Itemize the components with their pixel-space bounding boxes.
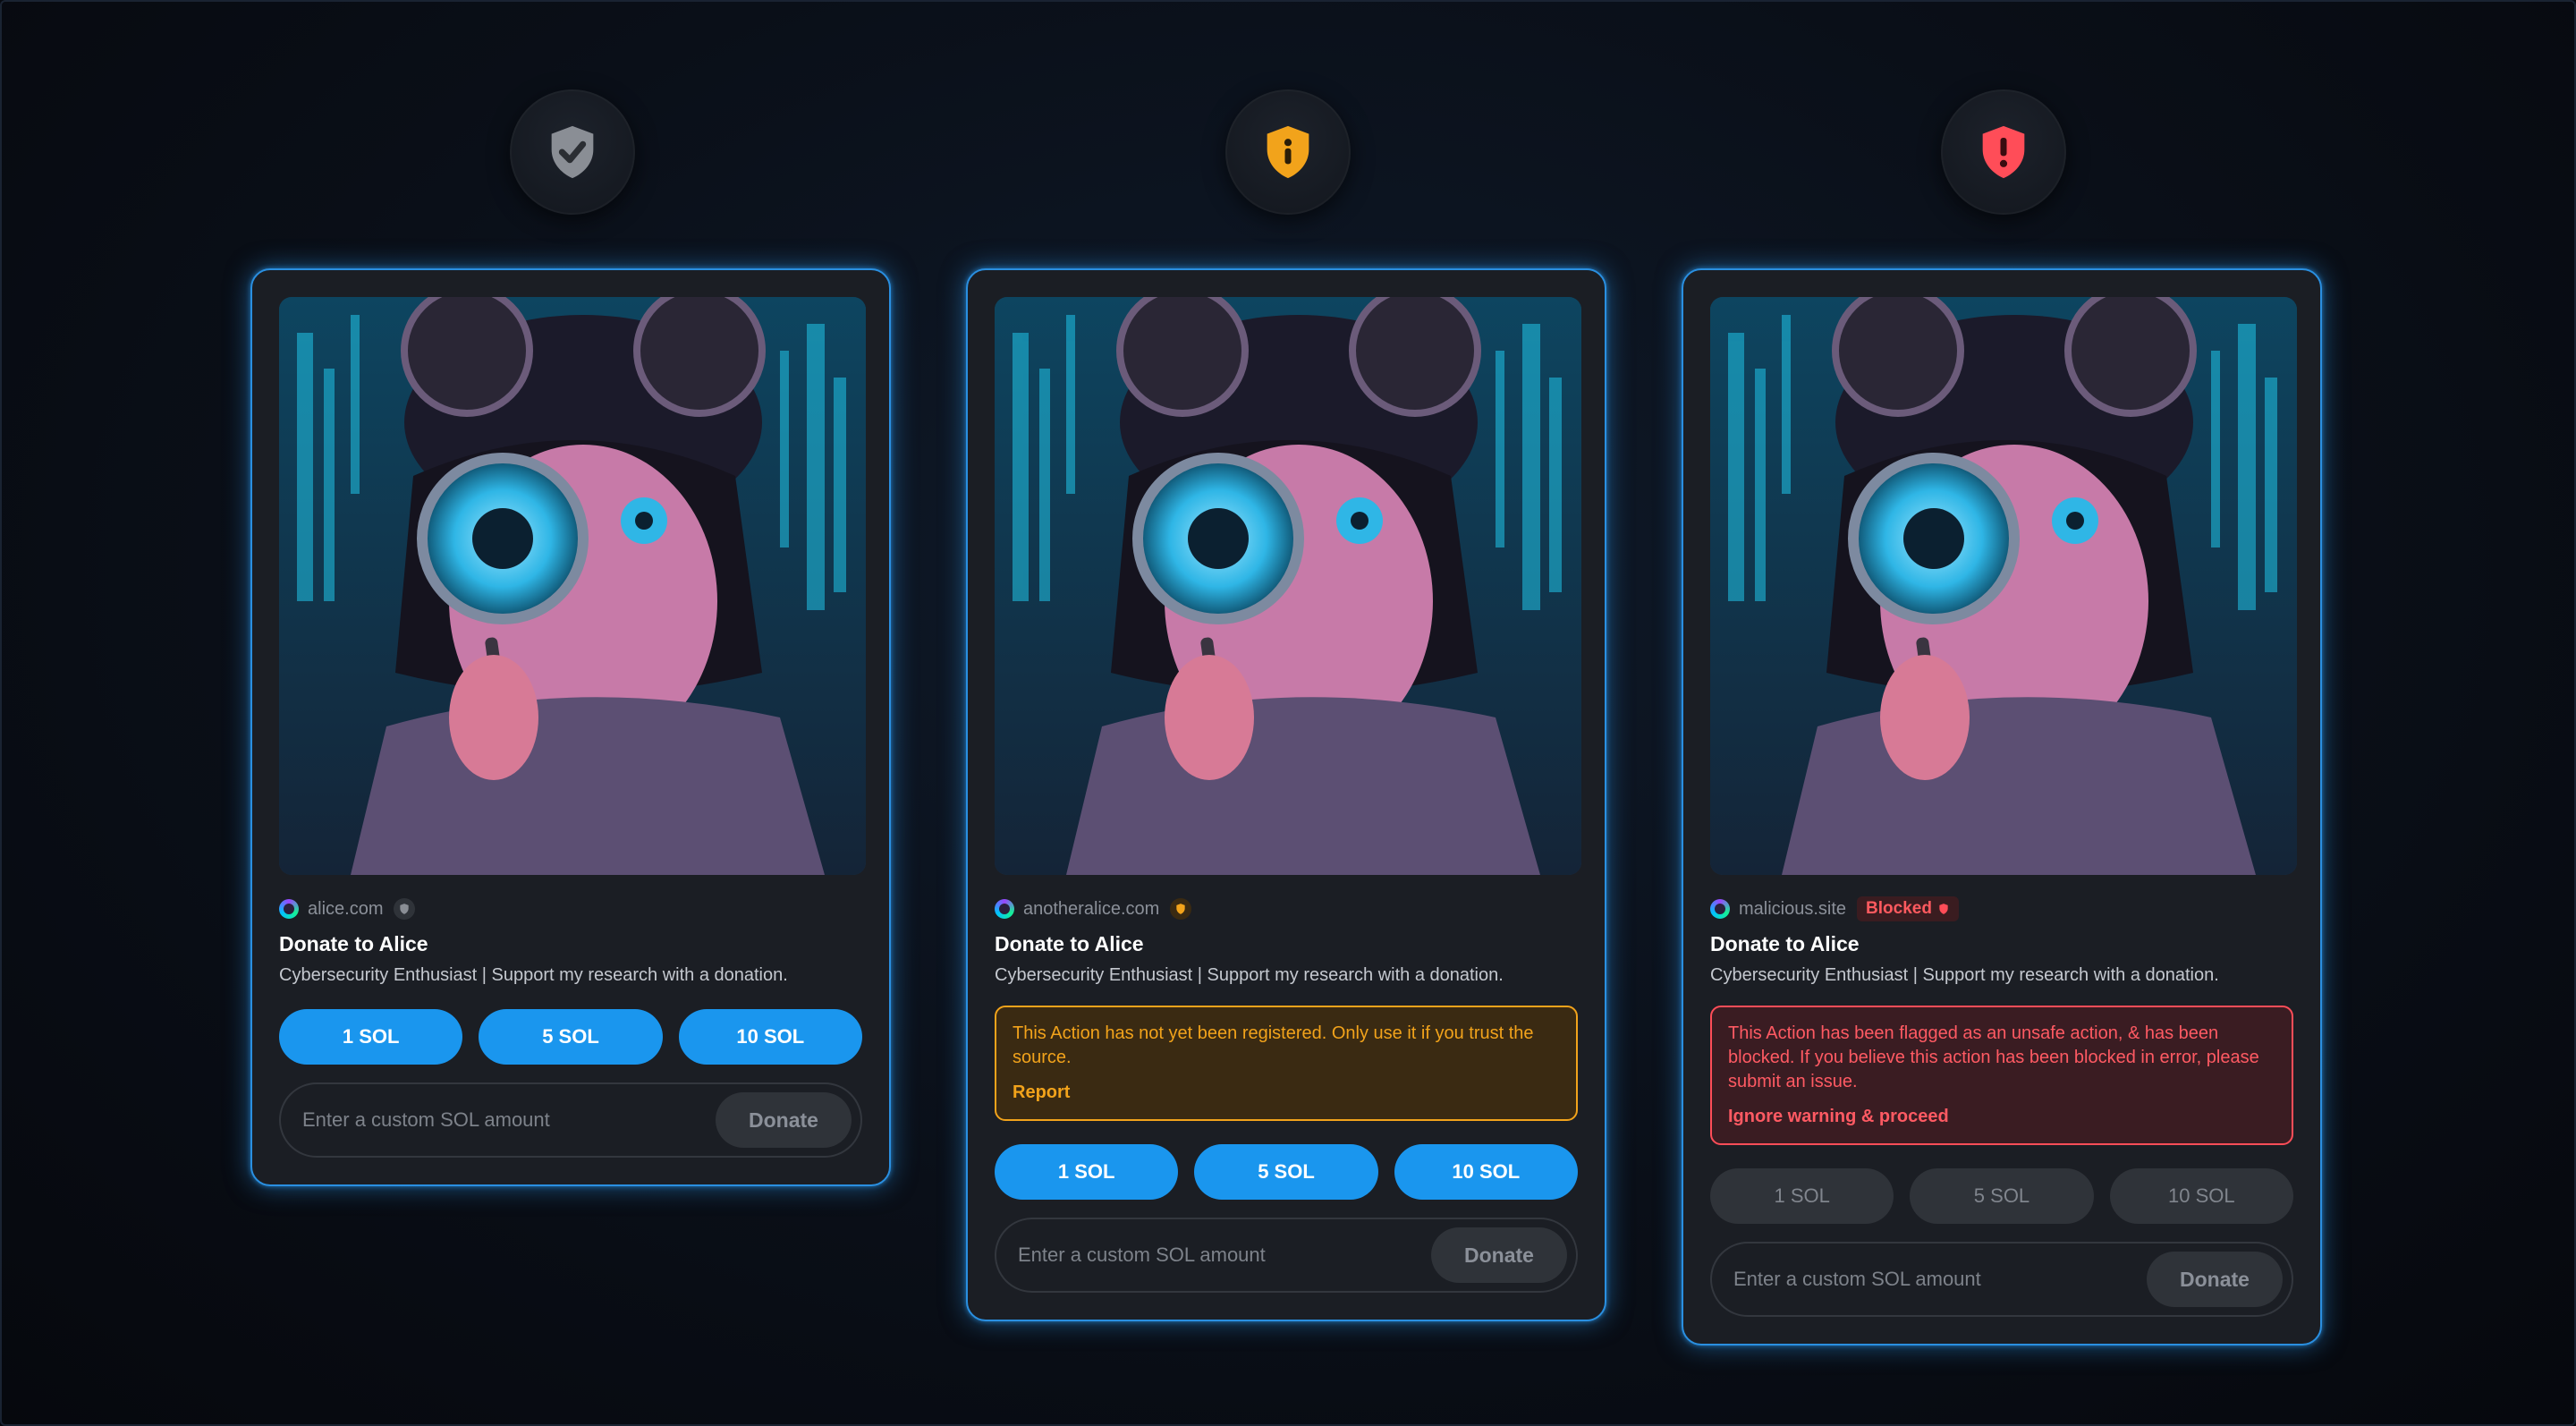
unregistered-notice: This Action has not yet been registered.… bbox=[995, 1006, 1578, 1121]
danger-shield-badge bbox=[1941, 89, 2066, 215]
donate-button[interactable]: Donate bbox=[2147, 1252, 2283, 1307]
card-description: Cybersecurity Enthusiast | Support my re… bbox=[279, 965, 788, 985]
verified-small-shield-icon bbox=[394, 898, 416, 920]
site-domain[interactable]: anotheralice.com bbox=[1023, 899, 1159, 920]
verified-shield-badge bbox=[510, 89, 635, 215]
card-artwork bbox=[1710, 297, 2297, 875]
amount-button-10-sol[interactable]: 10 SOL bbox=[2109, 1168, 2293, 1224]
donate-button[interactable]: Donate bbox=[1431, 1227, 1567, 1283]
blocked-notice: This Action has been flagged as an unsaf… bbox=[1710, 1006, 2293, 1145]
site-domain[interactable]: malicious.site bbox=[1739, 899, 1846, 920]
warning-small-shield-icon bbox=[1170, 898, 1192, 920]
warning-shield-badge bbox=[1225, 89, 1351, 215]
amount-button-1-sol[interactable]: 1 SOL bbox=[1710, 1168, 1894, 1224]
site-favicon-icon bbox=[1710, 899, 1730, 919]
shield-info-icon bbox=[1267, 125, 1309, 179]
card-description: Cybersecurity Enthusiast | Support my re… bbox=[995, 965, 1504, 985]
card-artwork bbox=[279, 297, 866, 875]
amount-button-10-sol[interactable]: 10 SOL bbox=[678, 1009, 862, 1065]
site-favicon-icon bbox=[995, 899, 1014, 919]
custom-amount-input[interactable] bbox=[301, 1108, 716, 1133]
amount-button-5-sol[interactable]: 5 SOL bbox=[1910, 1168, 2094, 1224]
action-card-verified: alice.com Donate to Alice Cybersecurity … bbox=[250, 268, 891, 1186]
amount-button-5-sol[interactable]: 5 SOL bbox=[479, 1009, 663, 1065]
notice-text: This Action has not yet been registered.… bbox=[1013, 1023, 1534, 1067]
custom-amount-group: Donate bbox=[995, 1218, 1578, 1293]
report-link[interactable]: Report bbox=[1013, 1081, 1560, 1105]
custom-amount-input[interactable] bbox=[1016, 1243, 1431, 1268]
amount-button-1-sol[interactable]: 1 SOL bbox=[279, 1009, 463, 1065]
card-description: Cybersecurity Enthusiast | Support my re… bbox=[1710, 965, 2219, 985]
custom-amount-group: Donate bbox=[279, 1082, 862, 1158]
site-favicon-icon bbox=[279, 899, 299, 919]
card-title: Donate to Alice bbox=[279, 932, 428, 955]
blocked-shield-icon bbox=[1939, 904, 1948, 914]
amount-button-10-sol[interactable]: 10 SOL bbox=[1394, 1144, 1578, 1200]
action-card-blocked: malicious.site Blocked Donate to Alice C… bbox=[1682, 268, 2322, 1345]
custom-amount-group: Donate bbox=[1710, 1242, 2293, 1317]
card-title: Donate to Alice bbox=[995, 932, 1144, 955]
action-card-unregistered: anotheralice.com Donate to Alice Cyberse… bbox=[966, 268, 1606, 1321]
shield-check-icon bbox=[551, 125, 594, 179]
ignore-warning-link[interactable]: Ignore warning & proceed bbox=[1728, 1105, 2275, 1129]
shield-alert-icon bbox=[1982, 125, 2025, 179]
blocked-badge: Blocked bbox=[1857, 896, 1959, 921]
custom-amount-input[interactable] bbox=[1732, 1267, 2147, 1292]
amount-button-1-sol[interactable]: 1 SOL bbox=[995, 1144, 1179, 1200]
notice-text: This Action has been flagged as an unsaf… bbox=[1728, 1023, 2259, 1091]
donate-button[interactable]: Donate bbox=[716, 1092, 852, 1148]
card-title: Donate to Alice bbox=[1710, 932, 1860, 955]
card-artwork bbox=[995, 297, 1581, 875]
site-domain[interactable]: alice.com bbox=[308, 899, 383, 920]
blocked-badge-label: Blocked bbox=[1866, 899, 1932, 918]
amount-button-5-sol[interactable]: 5 SOL bbox=[1194, 1144, 1378, 1200]
